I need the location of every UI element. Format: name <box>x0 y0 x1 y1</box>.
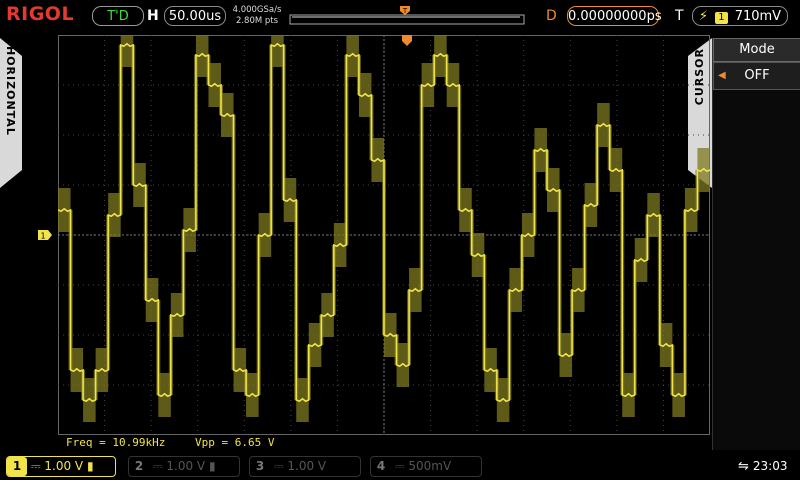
run-status-badge[interactable]: T'D <box>92 6 144 26</box>
edge-rise-icon: ⚡ <box>698 9 709 24</box>
acquisition-info: 4.000GSa/s 2.80M pts <box>232 5 282 27</box>
memory-overview-bar[interactable]: T <box>288 6 526 26</box>
freq-measurement: Freq = 10.99kHz <box>66 436 166 449</box>
delay-display[interactable]: 0.00000000ps <box>567 6 662 26</box>
trigger-label: T <box>675 8 684 24</box>
channel-1-button[interactable]: 1 ⎓ 1.00 V ▮ <box>6 456 116 477</box>
usb-icon: ⇋ <box>738 459 749 474</box>
mode-menu-header[interactable]: Mode <box>713 38 800 62</box>
mode-menu-value[interactable]: ◀ OFF <box>713 62 800 90</box>
rigol-logo: RIGOL <box>6 3 75 25</box>
channel-2-button[interactable]: 2 ⎓ 1.00 V ▮ <box>128 456 240 477</box>
channel-1-number: 1 <box>7 457 27 476</box>
cursor-menu: Mode ◀ OFF <box>712 38 800 450</box>
vpp-measurement: Vpp = 6.65 V <box>195 436 275 449</box>
horizontal-label: H <box>147 8 159 24</box>
memory-depth: 2.80M pts <box>235 16 279 26</box>
channel-2-scale: ⎓ 1.00 V ▮ <box>153 459 216 473</box>
ground-marker-label: 1 <box>40 232 45 241</box>
clock-time: 23:03 <box>752 459 788 473</box>
channel-4-scale: ⎓ 500mV <box>395 459 452 473</box>
arrow-left-icon: ◀ <box>718 70 726 81</box>
channel-1-scale-value: 1.00 V <box>44 459 84 473</box>
channel-4-button[interactable]: 4 ⎓ 500mV <box>370 456 482 477</box>
channel-4-number: 4 <box>376 459 386 473</box>
sample-rate: 4.000GSa/s <box>232 5 282 15</box>
delay-label: D <box>546 8 557 24</box>
trigger-level: 710mV <box>734 9 782 24</box>
channel-2-number: 2 <box>134 459 144 473</box>
trigger-marker-icon <box>402 35 412 46</box>
channel-4-scale-value: 500mV <box>408 459 452 473</box>
channel-1-scale: ⎓ 1.00 V ▮ <box>31 459 94 473</box>
trigger-source-icon: 1 <box>715 12 728 24</box>
channel-2-scale-value: 1.00 V <box>166 459 206 473</box>
horizontal-tab-label: HORIZONTAL <box>4 46 17 136</box>
timebase-display[interactable]: 50.00us <box>164 6 226 26</box>
system-clock: ⇋ 23:03 <box>738 457 788 476</box>
channel-3-number: 3 <box>255 459 265 473</box>
channel-3-scale-value: 1.00 V <box>287 459 327 473</box>
channel-3-button[interactable]: 3 ⎓ 1.00 V <box>249 456 361 477</box>
horizontal-tab[interactable]: HORIZONTAL <box>0 38 22 188</box>
mode-value: OFF <box>744 68 770 83</box>
waveform-display[interactable] <box>58 35 710 435</box>
trigger-display[interactable]: ⚡ 1 710mV <box>692 6 788 26</box>
channel-1-ground-marker[interactable]: 1 <box>38 230 52 240</box>
svg-text:T: T <box>402 7 408 15</box>
channel-3-scale: ⎓ 1.00 V <box>274 459 327 473</box>
